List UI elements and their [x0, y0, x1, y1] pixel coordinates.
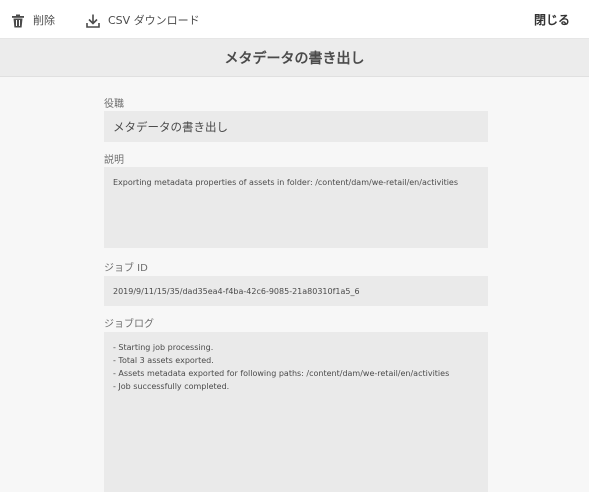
page-title: メタデータの書き出し: [224, 50, 365, 67]
title-field[interactable]: メタデータの書き出し: [104, 111, 488, 142]
toolbar: 削除 CSV ダウンロード 閉じる: [0, 0, 589, 39]
delete-button[interactable]: 削除: [11, 0, 55, 39]
title-field-label: 役職: [104, 99, 124, 110]
download-icon: [86, 13, 100, 28]
job-id-field: 2019/9/11/15/35/dad35ea4-f4ba-42c6-9085-…: [104, 276, 488, 306]
title-bar: メタデータの書き出し: [0, 39, 589, 77]
csv-download-label: CSV ダウンロード: [108, 13, 200, 27]
job-log-line: - Total 3 assets exported.: [113, 356, 214, 365]
delete-label: 削除: [33, 13, 55, 27]
description-field[interactable]: Exporting metadata properties of assets …: [104, 167, 488, 248]
csv-download-button[interactable]: CSV ダウンロード: [86, 0, 200, 39]
description-field-label: 説明: [104, 155, 124, 166]
job-log-field: - Starting job processing. - Total 3 ass…: [104, 332, 488, 492]
job-id-field-label: ジョブ ID: [104, 263, 148, 274]
job-log-line: - Job successfully completed.: [113, 382, 230, 391]
job-log-line: - Starting job processing.: [113, 343, 214, 352]
close-button[interactable]: 閉じる: [534, 0, 570, 39]
description-field-value: Exporting metadata properties of assets …: [113, 178, 459, 187]
job-log-line: - Assets metadata exported for following…: [113, 369, 450, 378]
job-id-value: 2019/9/11/15/35/dad35ea4-f4ba-42c6-9085-…: [113, 286, 360, 296]
title-field-value: メタデータの書き出し: [113, 119, 228, 134]
trash-icon: [11, 13, 25, 27]
job-log-field-label: ジョブログ: [104, 319, 154, 330]
